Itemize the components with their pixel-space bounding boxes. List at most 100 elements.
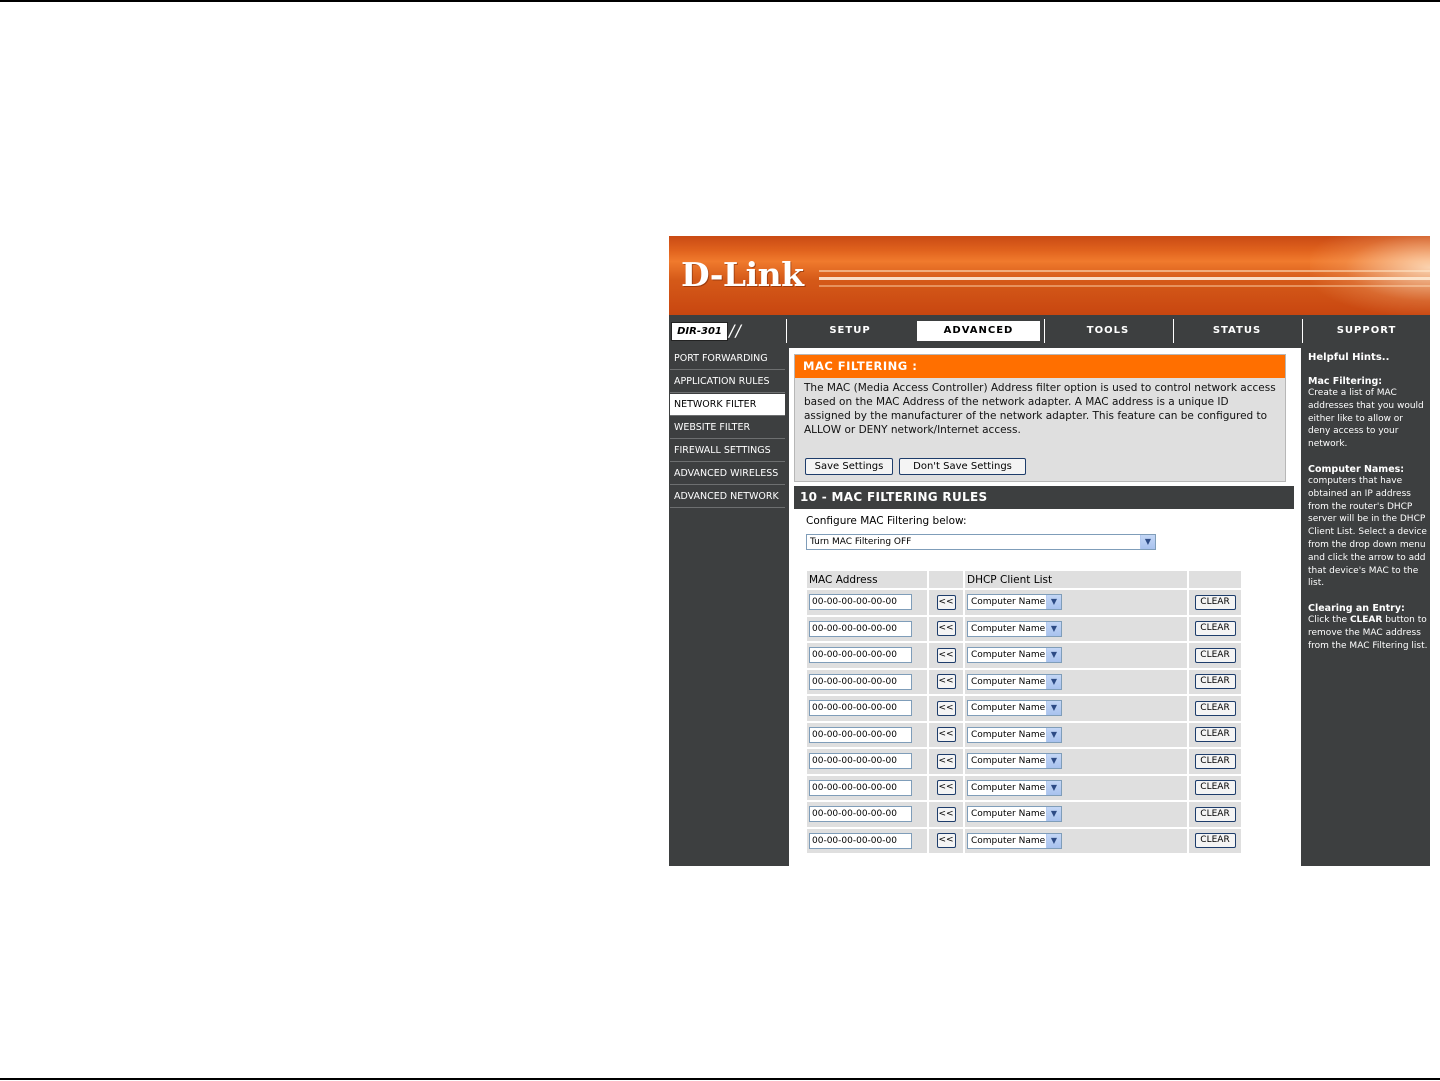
dhcp-client-value: Computer Name [971, 623, 1046, 634]
tab-tools[interactable]: TOOLS [1044, 319, 1171, 343]
sidebar-item-application-rules[interactable]: APPLICATION RULES [670, 371, 785, 393]
mac-address-input[interactable]: 00-00-00-00-00-00 [809, 832, 912, 849]
page-top-rule [0, 0, 1440, 2]
banner-glow [1310, 236, 1430, 315]
dhcp-client-value: Computer Name [971, 703, 1046, 714]
tab-advanced[interactable]: ADVANCED [915, 319, 1042, 343]
clear-cell: CLEAR [1189, 828, 1241, 853]
copy-mac-button[interactable]: << [936, 674, 956, 690]
copy-mac-button[interactable]: << [936, 700, 956, 716]
mac-cell: 00-00-00-00-00-00 [807, 669, 927, 694]
clear-button[interactable]: CLEAR [1194, 647, 1236, 663]
chevron-down-icon: ▼ [1046, 833, 1061, 848]
dhcp-client-select[interactable]: Computer Name ▼ [967, 647, 1062, 664]
chevron-down-icon: ▼ [1046, 648, 1061, 663]
chevron-down-icon: ▼ [1140, 535, 1155, 549]
clear-button[interactable]: CLEAR [1194, 674, 1236, 690]
sidebar-item-website-filter[interactable]: WEBSITE FILTER [670, 417, 785, 439]
clear-cell: CLEAR [1189, 643, 1241, 668]
tab-setup[interactable]: SETUP [786, 319, 913, 343]
clear-button[interactable]: CLEAR [1194, 753, 1236, 769]
router-admin-ui: D-Link DIR-301 / / SETUP ADVANCED TOOLS STA… [669, 236, 1430, 866]
dhcp-cell: Computer Name ▼ [965, 616, 1187, 641]
mac-cell: 00-00-00-00-00-00 [807, 749, 927, 774]
clear-button[interactable]: CLEAR [1194, 833, 1236, 849]
table-row: 00-00-00-00-00-00 << Computer Name ▼ CLEAR [807, 722, 1241, 747]
sidebar-nav: PORT FORWARDING APPLICATION RULES NETWORK … [670, 348, 785, 509]
mac-address-input[interactable]: 00-00-00-00-00-00 [809, 700, 912, 717]
top-nav: DIR-301 / / SETUP ADVANCED TOOLS STATUS SUPP… [669, 319, 1430, 343]
dhcp-client-select[interactable]: Computer Name ▼ [967, 620, 1062, 637]
copy-mac-button[interactable]: << [936, 806, 956, 822]
mac-filtering-mode-select[interactable]: Turn MAC Filtering OFF ▼ [806, 534, 1156, 550]
dont-save-settings-button[interactable]: Don't Save Settings [899, 458, 1026, 475]
model-slashes-icon: / / [729, 321, 741, 340]
table-row: 00-00-00-00-00-00 << Computer Name ▼ CLEAR [807, 802, 1241, 827]
mode-select-value: Turn MAC Filtering OFF [810, 537, 912, 547]
hint-text-clearing-entry: Click the CLEAR button to remove the MAC… [1305, 614, 1430, 652]
configure-label: Configure MAC Filtering below: [806, 515, 967, 527]
sidebar-item-firewall-settings[interactable]: FIREWALL SETTINGS [670, 440, 785, 462]
chevron-down-icon: ▼ [1046, 674, 1061, 689]
copy-cell: << [929, 802, 963, 827]
dhcp-client-select[interactable]: Computer Name ▼ [967, 700, 1062, 717]
copy-mac-button[interactable]: << [936, 621, 956, 637]
mac-address-input[interactable]: 00-00-00-00-00-00 [809, 673, 912, 690]
sidebar-item-advanced-network[interactable]: ADVANCED NETWORK [670, 486, 785, 508]
save-settings-button[interactable]: Save Settings [805, 458, 893, 475]
clear-button[interactable]: CLEAR [1194, 727, 1236, 743]
mac-address-input[interactable]: 00-00-00-00-00-00 [809, 647, 912, 664]
dhcp-client-select[interactable]: Computer Name ▼ [967, 806, 1062, 823]
dhcp-client-select[interactable]: Computer Name ▼ [967, 832, 1062, 849]
mac-filtering-rules-panel: 10 - MAC FILTERING RULES Configure MAC F… [794, 486, 1294, 866]
copy-mac-button[interactable]: << [936, 594, 956, 610]
hint-text-clear-word: CLEAR [1349, 615, 1383, 626]
clear-cell: CLEAR [1189, 775, 1241, 800]
dhcp-cell: Computer Name ▼ [965, 643, 1187, 668]
dhcp-client-value: Computer Name [971, 835, 1046, 846]
mac-cell: 00-00-00-00-00-00 [807, 696, 927, 721]
copy-mac-button[interactable]: << [936, 780, 956, 796]
sidebar-item-advanced-wireless[interactable]: ADVANCED WIRELESS [670, 463, 785, 485]
hint-text-mac-filtering: Create a list of MAC addresses that you … [1308, 388, 1424, 450]
table-row: 00-00-00-00-00-00 << Computer Name ▼ CLEAR [807, 616, 1241, 641]
copy-column-header [929, 571, 963, 588]
hints-title: Helpful Hints.. [1308, 352, 1390, 363]
sidebar-item-port-forwarding[interactable]: PORT FORWARDING [670, 348, 785, 370]
clear-button[interactable]: CLEAR [1194, 780, 1236, 796]
clear-button[interactable]: CLEAR [1194, 594, 1236, 610]
clear-button[interactable]: CLEAR [1194, 621, 1236, 637]
model-badge: DIR-301 / / [669, 319, 785, 343]
copy-mac-button[interactable]: << [936, 753, 956, 769]
mac-filtering-description: The MAC (Media Access Controller) Addres… [804, 382, 1276, 436]
clear-cell: CLEAR [1189, 722, 1241, 747]
tab-status[interactable]: STATUS [1173, 319, 1300, 343]
dhcp-client-select[interactable]: Computer Name ▼ [967, 779, 1062, 796]
mac-address-input[interactable]: 00-00-00-00-00-00 [809, 753, 912, 770]
mac-address-input[interactable]: 00-00-00-00-00-00 [809, 806, 912, 823]
sidebar-item-network-filter[interactable]: NETWORK FILTER [670, 394, 785, 416]
mac-address-input[interactable]: 00-00-00-00-00-00 [809, 726, 912, 743]
dhcp-client-value: Computer Name [971, 597, 1046, 608]
copy-mac-button[interactable]: << [936, 727, 956, 743]
table-row: 00-00-00-00-00-00 << Computer Name ▼ CLEAR [807, 828, 1241, 853]
dhcp-client-select[interactable]: Computer Name ▼ [967, 753, 1062, 770]
dhcp-cell: Computer Name ▼ [965, 722, 1187, 747]
dhcp-client-value: Computer Name [971, 756, 1046, 767]
dhcp-client-select[interactable]: Computer Name ▼ [967, 594, 1062, 611]
table-row: 00-00-00-00-00-00 << Computer Name ▼ CLEAR [807, 696, 1241, 721]
table-row: 00-00-00-00-00-00 << Computer Name ▼ CLEAR [807, 590, 1241, 615]
dhcp-client-select[interactable]: Computer Name ▼ [967, 673, 1062, 690]
copy-mac-button[interactable]: << [936, 833, 956, 849]
mac-cell: 00-00-00-00-00-00 [807, 802, 927, 827]
mac-address-input[interactable]: 00-00-00-00-00-00 [809, 779, 912, 796]
clear-button[interactable]: CLEAR [1194, 806, 1236, 822]
mac-address-input[interactable]: 00-00-00-00-00-00 [809, 594, 912, 611]
dhcp-client-select[interactable]: Computer Name ▼ [967, 726, 1062, 743]
clear-button[interactable]: CLEAR [1194, 700, 1236, 716]
tab-support[interactable]: SUPPORT [1302, 319, 1430, 343]
mac-address-input[interactable]: 00-00-00-00-00-00 [809, 620, 912, 637]
mac-cell: 00-00-00-00-00-00 [807, 828, 927, 853]
table-row: 00-00-00-00-00-00 << Computer Name ▼ CLEAR [807, 749, 1241, 774]
copy-mac-button[interactable]: << [936, 647, 956, 663]
